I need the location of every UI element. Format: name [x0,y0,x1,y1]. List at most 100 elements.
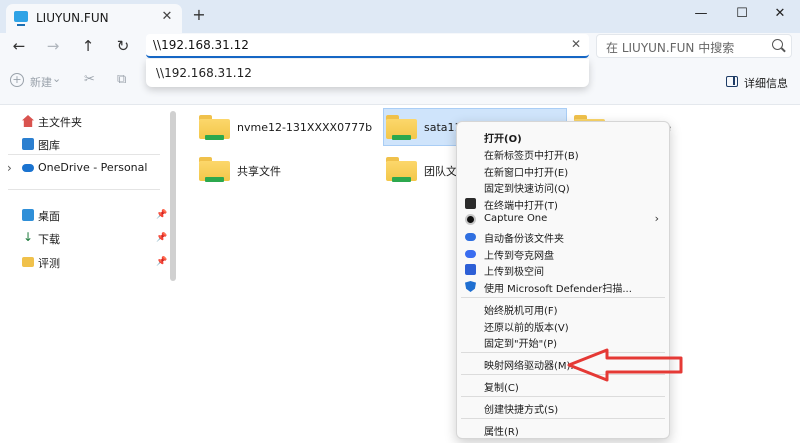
menu-item-label: 复制(C) [484,383,519,394]
menu-item-open[interactable]: 打开(O) [457,129,669,145]
sidebar-scrollbar[interactable] [170,111,176,281]
folder-icon [22,257,34,267]
menu-item-create-shortcut[interactable]: 创建快捷方式(S) [457,400,669,416]
sidebar-item-label: 下载 [38,233,60,246]
gallery-icon [22,138,34,150]
refresh-button[interactable]: ↻ [112,35,134,57]
submenu-arrow-icon: › [654,212,659,225]
menu-item-properties[interactable]: 属性(R) [457,422,669,438]
address-input[interactable]: \\192.168.31.12 [153,38,249,52]
address-bar[interactable]: \\192.168.31.12 ✕ [146,34,589,58]
navigation-bar: ← → ↑ ↻ \\192.168.31.12 ✕ 在 LIUYUN.FUN 中… [0,33,800,59]
menu-item-open-terminal[interactable]: 在终端中打开(T) [457,196,669,212]
sidebar-item-downloads[interactable]: ↓ 下载 [22,230,172,248]
menu-item-label: 固定到"开始"(P) [484,339,558,350]
menu-item-label: 映射网络驱动器(M)... [484,361,580,372]
expand-chevron-icon[interactable]: › [7,161,12,175]
sidebar-item-label: 主文件夹 [38,116,82,129]
menu-item-label: Capture One [484,213,548,224]
folder-label: 共享文件 [237,165,281,178]
search-input[interactable]: 在 LIUYUN.FUN 中搜索 [606,39,734,56]
search-box[interactable]: 在 LIUYUN.FUN 中搜索 [596,34,792,58]
sidebar-item-desktop[interactable]: 桌面 [22,207,172,225]
menu-separator [461,297,665,298]
menu-item-pin-quick-access[interactable]: 固定到快速访问(Q) [457,179,669,195]
close-button[interactable]: ✕ [760,0,800,28]
pin-icon[interactable]: 📌 [156,233,167,243]
capture-one-icon [465,214,476,225]
copy-icon[interactable]: ⧉ [117,72,126,87]
menu-separator [461,396,665,397]
sidebar-item-label: 桌面 [38,210,60,223]
annotation-arrow-icon [567,348,683,382]
menu-item-label: 在新窗口中打开(E) [484,168,569,179]
desktop-icon [22,209,34,221]
search-icon [772,39,783,50]
sidebar-item-label: 图库 [38,139,60,152]
cut-icon[interactable]: ✂ [84,72,95,87]
sidebar-item-label: 评测 [38,257,60,270]
pin-icon[interactable]: 📌 [156,210,167,220]
back-button[interactable]: ← [8,35,30,57]
menu-item-always-offline[interactable]: 始终脱机可用(F) [457,301,669,317]
sidebar-divider [8,189,160,190]
menu-item-open-new-window[interactable]: 在新窗口中打开(E) [457,163,669,179]
title-bar: LIUYUN.FUN ✕ + — ☐ ✕ [0,0,800,33]
suggestion-item[interactable]: \\192.168.31.12 [156,66,252,80]
defender-shield-icon [465,281,476,292]
quark-cloud-icon [465,250,476,258]
sidebar-divider [8,154,160,155]
clear-address-icon[interactable]: ✕ [571,37,581,51]
network-folder-icon [386,157,417,183]
home-icon [22,115,34,127]
tab-title: LIUYUN.FUN [36,11,109,25]
menu-item-label: 上传到夸克网盘 [484,251,554,262]
forward-button[interactable]: → [42,35,64,57]
cloud-backup-icon [465,233,476,241]
navigation-pane: 主文件夹 图库 › OneDrive - Personal 桌面 📌 ↓ 下载 … [0,105,178,285]
network-folder-icon [199,157,230,183]
up-button[interactable]: ↑ [77,35,99,57]
sidebar-item-label: OneDrive - Personal [38,161,148,174]
menu-item-quark-upload[interactable]: 上传到夸克网盘 [457,246,669,262]
download-icon: ↓ [22,230,34,244]
menu-separator [461,418,665,419]
onedrive-icon [22,164,34,172]
pin-icon[interactable]: 📌 [156,257,167,267]
menu-item-capture-one[interactable]: Capture One › [457,212,669,228]
tab-liuyun-fun[interactable]: LIUYUN.FUN ✕ [6,4,182,33]
details-button[interactable]: 详细信息 [744,75,788,91]
menu-item-label: 还原以前的版本(V) [484,323,569,334]
chevron-down-icon[interactable]: ⌄ [52,72,61,85]
menu-item-label: 属性(R) [484,427,519,438]
network-folder-icon [386,115,417,141]
menu-item-label: 在终端中打开(T) [484,201,558,212]
folder-label: nvme12-131XXXX0777b [237,121,373,134]
menu-item-label: 创建快捷方式(S) [484,405,559,416]
menu-item-label: 固定到快速访问(Q) [484,184,570,195]
menu-item-auto-backup[interactable]: 自动备份该文件夹 [457,229,669,245]
terminal-icon [465,198,476,209]
menu-item-label: 始终脱机可用(F) [484,306,558,317]
menu-item-label: 自动备份该文件夹 [484,234,564,245]
zspace-icon [465,264,476,275]
maximize-button[interactable]: ☐ [722,0,762,28]
menu-item-label: 打开(O) [484,134,522,145]
new-icon: + [10,73,24,87]
details-pane-icon [726,76,738,87]
menu-item-label: 在新标签页中打开(B) [484,151,579,162]
menu-item-open-new-tab[interactable]: 在新标签页中打开(B) [457,146,669,162]
menu-item-label: 上传到极空间 [484,267,544,278]
context-menu: 打开(O) 在新标签页中打开(B) 在新窗口中打开(E) 固定到快速访问(Q) … [456,121,670,439]
address-suggestion[interactable]: \\192.168.31.12 [146,59,589,87]
minimize-button[interactable]: — [681,0,721,28]
tab-close-button[interactable]: ✕ [158,8,176,26]
menu-item-zspace-upload[interactable]: 上传到极空间 [457,262,669,278]
computer-icon [14,11,28,26]
menu-item-defender-scan[interactable]: 使用 Microsoft Defender扫描... [457,279,669,295]
network-folder-icon [199,115,230,141]
sidebar-item-review[interactable]: 评测 [22,254,172,272]
new-button[interactable]: 新建 [30,74,52,90]
menu-item-restore-versions[interactable]: 还原以前的版本(V) [457,318,669,334]
new-tab-button[interactable]: + [190,6,208,24]
